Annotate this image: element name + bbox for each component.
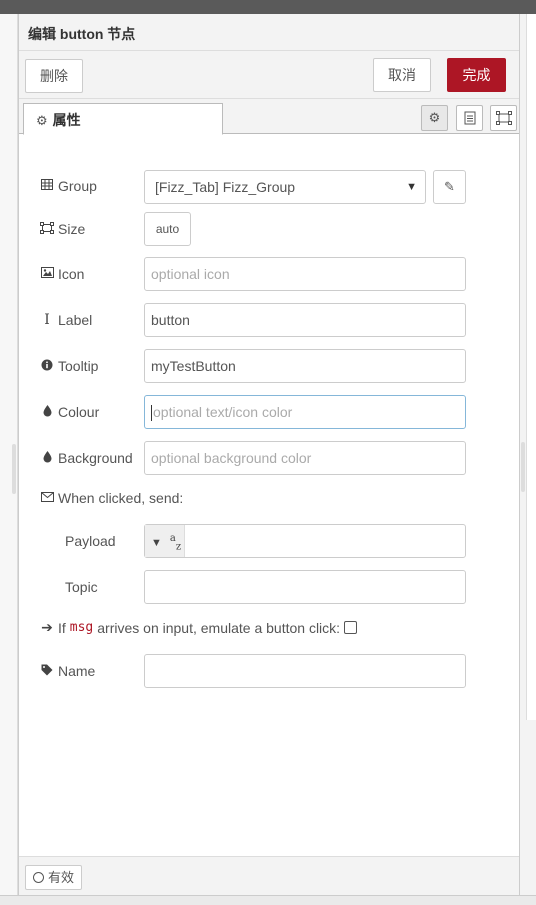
appearance-tab-icon[interactable] [490, 105, 517, 131]
enabled-toggle[interactable]: 有效 [25, 865, 83, 890]
group-label-row: Group [39, 178, 97, 194]
circle-icon [33, 872, 44, 883]
droplet-icon [39, 404, 55, 420]
resize-icon [39, 221, 55, 237]
icon-label: Icon [58, 266, 85, 282]
tabs-row: ⚙ 属性 ⚙ [19, 99, 519, 135]
workspace-left [0, 14, 18, 905]
sidebar-right [520, 14, 536, 905]
envelope-icon [39, 491, 55, 505]
tray-footer: 有效 [19, 856, 519, 895]
delete-button[interactable]: 删除 [25, 59, 83, 93]
group-label: Group [58, 178, 97, 194]
cancel-button[interactable]: 取消 [373, 58, 431, 92]
droplet-icon [39, 450, 55, 466]
arrow-right-icon: ➔ [41, 619, 53, 635]
settings-tab-icon[interactable]: ⚙ [421, 105, 448, 131]
name-input[interactable] [144, 654, 466, 688]
size-button[interactable]: auto [144, 212, 191, 246]
payload-label: Payload [65, 533, 116, 549]
image-icon [39, 267, 55, 281]
tab-properties[interactable]: ⚙ 属性 [23, 103, 223, 135]
tooltip-input[interactable]: myTestButton [144, 349, 466, 383]
edit-group-button[interactable]: ✎ [433, 170, 466, 204]
payload-typed-input[interactable]: ▼ az [144, 524, 466, 558]
done-button[interactable]: 完成 [447, 58, 506, 92]
tooltip-label-row: Tooltip [39, 358, 98, 374]
pencil-icon: ✎ [444, 179, 455, 194]
icon-input[interactable]: optional icon [144, 257, 466, 291]
resize-handle-left[interactable] [12, 444, 16, 494]
emulate-code: msg [69, 620, 94, 635]
emulate-suffix: arrives on input, emulate a button click… [97, 619, 341, 636]
description-tab-icon[interactable] [456, 105, 483, 131]
emulate-row: ➔ If msg arrives on input, emulate a but… [39, 619, 358, 636]
info-circle-icon [39, 359, 55, 374]
label-label-row: I Label [39, 312, 92, 328]
sidebar-panel [526, 14, 536, 720]
background-input[interactable]: optional background color [144, 441, 466, 475]
icon-label-row: Icon [39, 266, 84, 282]
background-label-row: Background [39, 450, 133, 466]
resize-handle-right[interactable] [521, 442, 525, 492]
caret-down-icon: ▼ [151, 537, 162, 549]
tab-properties-label: 属性 [52, 112, 81, 128]
tag-icon [39, 664, 55, 679]
payload-type-button[interactable]: ▼ az [145, 525, 185, 557]
when-clicked-row: When clicked, send: [39, 490, 183, 506]
when-clicked-label: When clicked, send: [58, 490, 184, 506]
tray-toolbar: 删除 取消 完成 [19, 51, 519, 99]
label-label: Label [58, 312, 93, 328]
name-label: Name [58, 663, 96, 679]
gear-icon: ⚙ [36, 113, 48, 128]
size-label-row: Size [39, 221, 85, 237]
enabled-label: 有效 [48, 870, 75, 885]
group-select-value: [Fizz_Tab] Fizz_Group [155, 179, 296, 195]
label-input[interactable]: button [144, 303, 466, 337]
background-label: Background [58, 450, 133, 466]
tray-title: 编辑 button 节点 [19, 14, 519, 51]
emulate-checkbox[interactable] [344, 621, 358, 634]
topic-label: Topic [65, 579, 98, 595]
table-icon [39, 179, 55, 193]
text-cursor-icon: I [44, 312, 50, 328]
emulate-prefix: If [58, 619, 66, 636]
edit-tray: 编辑 button 节点 删除 取消 完成 ⚙ 属性 ⚙ Group [Fizz_… [18, 14, 520, 895]
string-type-icon: az [169, 533, 182, 553]
size-label: Size [58, 221, 86, 237]
bottom-edge [0, 895, 536, 905]
app-top-bar [0, 0, 536, 14]
colour-input[interactable]: optional text/icon color [144, 395, 466, 429]
tooltip-label: Tooltip [58, 358, 99, 374]
group-select[interactable]: [Fizz_Tab] Fizz_Group ▼ [144, 170, 426, 204]
colour-label: Colour [58, 404, 100, 420]
topic-input[interactable] [144, 570, 466, 604]
colour-label-row: Colour [39, 404, 99, 420]
chevron-down-icon: ▼ [406, 181, 417, 193]
name-label-row: Name [39, 663, 95, 679]
